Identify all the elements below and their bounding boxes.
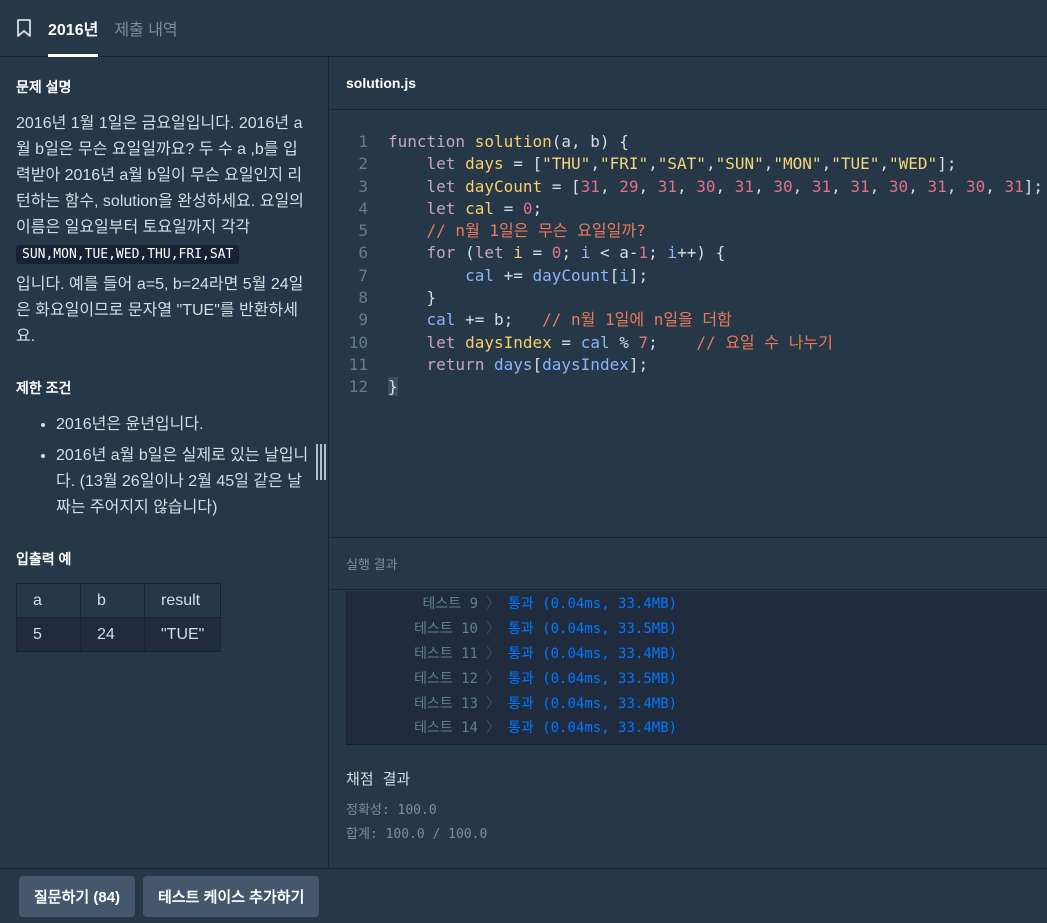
grading-title: 채점 결과 — [346, 770, 411, 788]
test-row: 테스트 12 〉 통과 (0.04ms, 33.5MB) — [414, 670, 678, 687]
cell-a: 5 — [16, 617, 81, 652]
top-tab-bar: 2016년 제출 내역 — [0, 0, 1047, 57]
cell-result: "TUE" — [143, 617, 222, 652]
accuracy-score: 정확성: 100.0 — [346, 803, 437, 818]
code-line-10: 10 let daysIndex = cal % 7; // 요일 수 나누기 — [348, 332, 833, 352]
limit-item: 2016년 a월 b일은 실제로 있는 날입니다. (13월 26일이나 2월 … — [56, 443, 312, 521]
code-line-3: 3 let dayCount = [31, 29, 31, 30, 31, 30… — [358, 176, 1044, 196]
test-output-console[interactable]: 테스트 9 〉 통과 (0.04ms, 33.4MB) 테스트 10 〉 통과 (0.0… — [346, 591, 1047, 745]
file-name: solution.js — [346, 75, 416, 91]
header-result: result — [143, 583, 222, 618]
drag-handle-icon[interactable] — [316, 444, 326, 480]
code-line-12: 12} — [348, 377, 398, 397]
code-line-11: 11 return days[daysIndex]; — [348, 354, 649, 374]
code-line-5: 5 // n월 1일은 무슨 요일일까? — [358, 221, 646, 241]
limits-title: 제한 조건 — [16, 380, 72, 396]
test-row: 테스트 10 〉 통과 (0.04ms, 33.5MB) — [414, 621, 678, 638]
code-line-7: 7 cal += dayCount[i]; — [358, 265, 649, 285]
tab-problem-label: 2016년 — [48, 22, 99, 39]
question-button[interactable]: 질문하기 (84) — [19, 875, 136, 917]
code-line-6: 6 for (let i = 0; i < a-1; i++) { — [358, 243, 726, 263]
tab-submissions-label: 제출 내역 — [114, 22, 178, 39]
code-line-2: 2 let days = ["THU","FRI","SAT","SUN","M… — [358, 154, 957, 174]
tab-problem[interactable]: 2016년 — [48, 0, 99, 57]
problem-panel: 문제 설명 2016년 1월 1일은 금요일입니다. 2016년 a월 b일은 … — [0, 57, 329, 868]
tab-submissions[interactable]: 제출 내역 — [114, 0, 177, 56]
result-panel: 테스트 9 〉 통과 (0.04ms, 33.4MB) 테스트 10 〉 통과 (0.0… — [330, 591, 1047, 868]
total-score: 합계: 100.0 / 100.0 — [346, 827, 488, 842]
code-line-8: 8 } — [358, 288, 437, 308]
result-header: 실행 결과 — [330, 537, 1047, 590]
editor-header: solution.js — [330, 57, 1047, 110]
io-example-title: 입출력 예 — [16, 551, 72, 567]
test-row: 테스트 13 〉 통과 (0.04ms, 33.4MB) — [414, 695, 678, 712]
header-b: b — [80, 583, 145, 618]
table-row: 5 24 "TUE" — [16, 617, 222, 652]
limit-item: 2016년은 윤년입니다. — [56, 412, 312, 438]
day-names-code: SUN,MON,TUE,WED,THU,FRI,SAT — [16, 245, 240, 264]
result-title: 실행 결과 — [346, 557, 398, 572]
grading-summary: 채점 결과 정확성: 100.0 합계: 100.0 / 100.0 — [330, 745, 1047, 847]
problem-description-title: 문제 설명 — [16, 79, 72, 95]
problem-example-text: 입니다. 예를 들어 a=5, b=24라면 5월 24일은 화요일이므로 문자… — [16, 276, 304, 345]
code-line-4: 4 let cal = 0; — [358, 198, 543, 218]
test-row: 테스트 9 〉 통과 (0.04ms, 33.4MB) — [422, 596, 678, 613]
cell-b: 24 — [80, 617, 145, 652]
bookmark-icon[interactable] — [0, 0, 48, 56]
bottom-action-bar: 질문하기 (84) 테스트 케이스 추가하기 — [0, 868, 1047, 923]
code-line-1: 1 function solution(a, b) { — [358, 132, 629, 151]
add-test-case-button[interactable]: 테스트 케이스 추가하기 — [143, 875, 320, 917]
io-example-table: a b result 5 24 "TUE" — [16, 583, 222, 652]
test-row: 테스트 11 〉 통과 (0.04ms, 33.4MB) — [414, 645, 678, 662]
test-row: 테스트 14 〉 통과 (0.04ms, 33.4MB) — [414, 720, 678, 737]
header-a: a — [16, 583, 81, 618]
code-line-9: 9 cal += b; // n월 1일에 n일을 더함 — [358, 310, 732, 330]
limits-list: 2016년은 윤년입니다. 2016년 a월 b일은 실제로 있는 날입니다. … — [16, 412, 312, 521]
table-header-row: a b result — [16, 583, 222, 618]
problem-description-text: 2016년 1월 1일은 금요일입니다. 2016년 a월 b일은 무슨 요일일… — [16, 115, 304, 236]
code-editor[interactable]: 1 function solution(a, b) { 2 let days = … — [330, 111, 1047, 537]
